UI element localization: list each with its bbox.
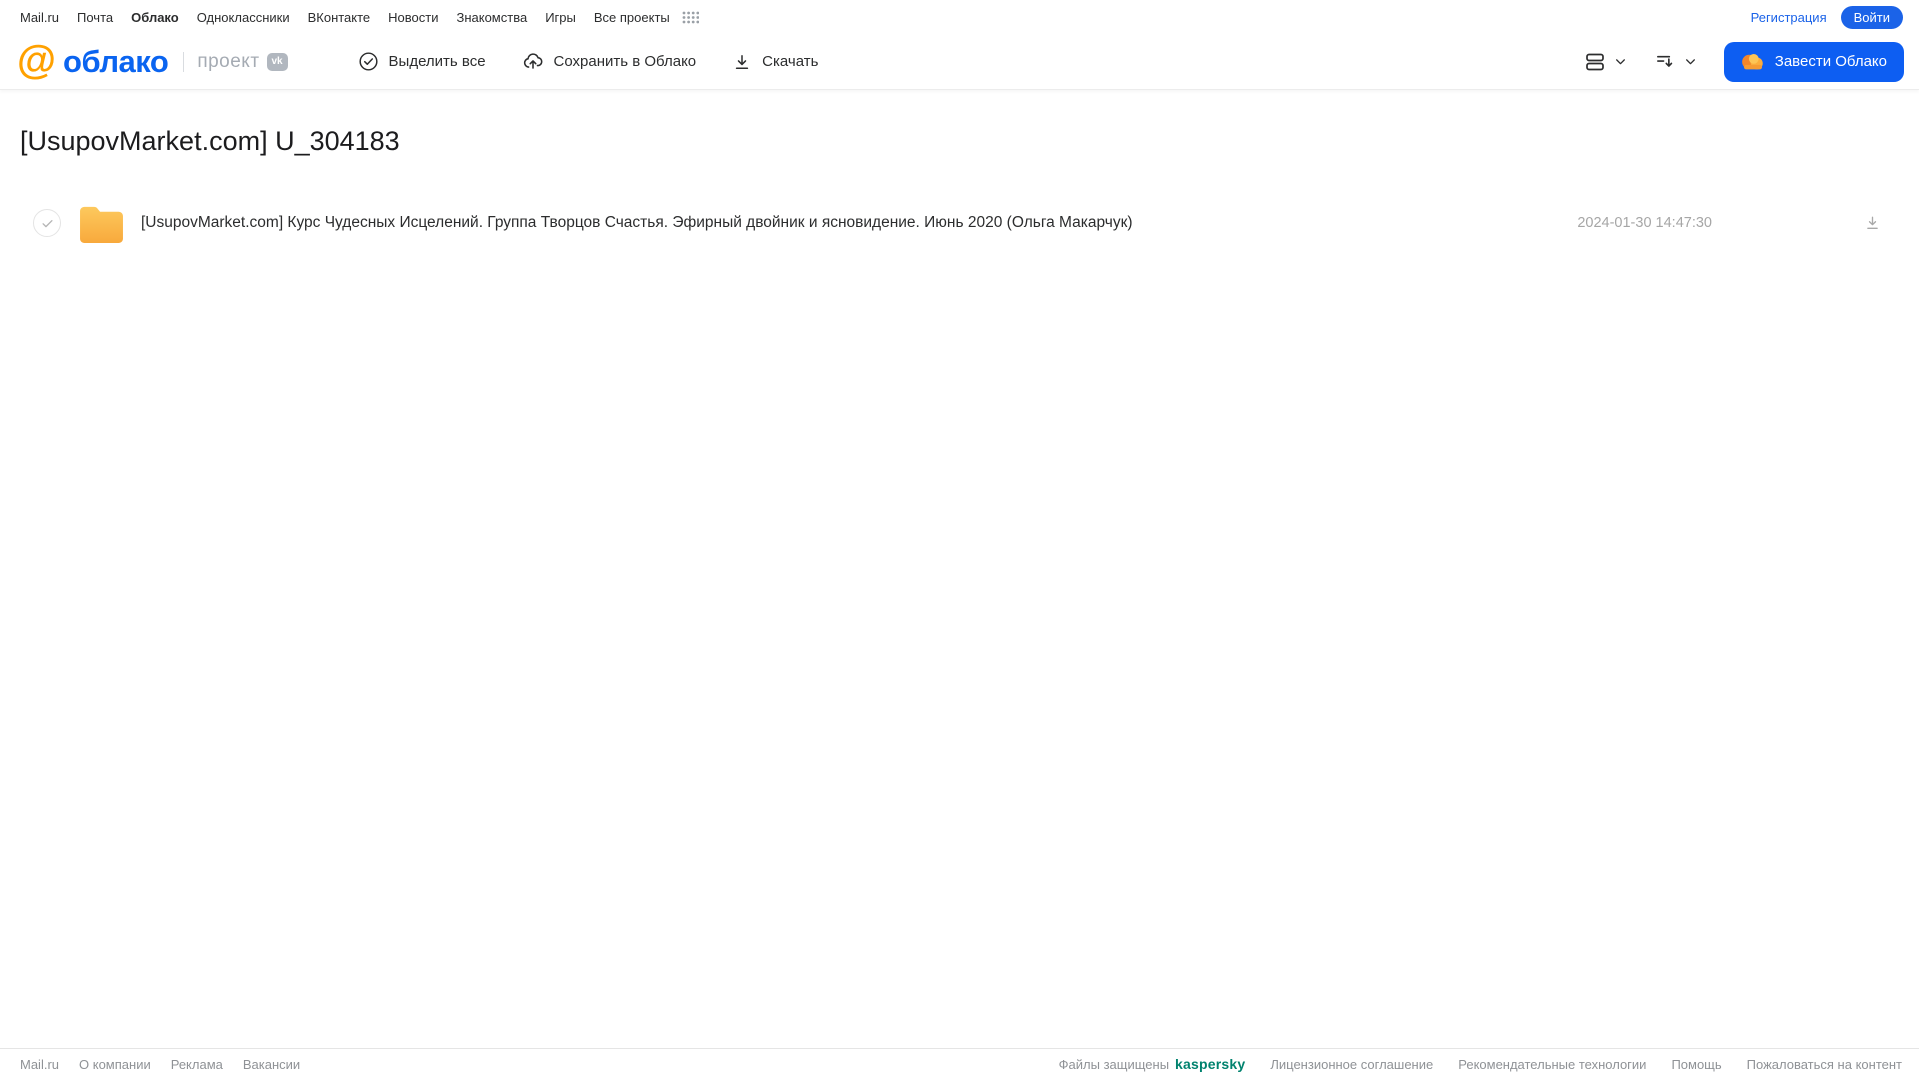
get-cloud-button[interactable]: Завести Облако	[1723, 41, 1904, 82]
footer-link-ads[interactable]: Реклама	[171, 1057, 223, 1072]
footer-link-report[interactable]: Пожаловаться на контент	[1747, 1057, 1902, 1072]
portal-link-odnoklassniki[interactable]: Одноклассники	[197, 10, 290, 25]
chevron-down-icon	[1615, 59, 1625, 65]
cloud-logo-wordmark: облако	[63, 43, 169, 79]
orange-cloud-icon	[1741, 52, 1765, 71]
get-cloud-label: Завести Облако	[1774, 53, 1887, 70]
login-button[interactable]: Войти	[1840, 5, 1903, 29]
view-mode-selector[interactable]	[1583, 50, 1627, 74]
portal-nav: Mail.ru Почта Облако Одноклассники ВКонт…	[0, 0, 1919, 34]
portal-link-znakomstva[interactable]: Знакомства	[456, 10, 527, 25]
check-circle-icon	[358, 51, 379, 72]
footer-link-mailru[interactable]: Mail.ru	[20, 1057, 59, 1072]
sort-selector[interactable]	[1654, 50, 1697, 73]
cloud-logo[interactable]: @ облако проект vk	[17, 38, 288, 82]
file-toolbar: Выделить все Сохранить в Облако Скачать	[358, 51, 818, 73]
save-to-cloud-button[interactable]: Сохранить в Облако	[522, 51, 697, 73]
protected-label: Файлы защищены	[1058, 1057, 1170, 1072]
portal-link-pochta[interactable]: Почта	[77, 10, 113, 25]
footer-link-recommendations[interactable]: Рекомендательные технологии	[1458, 1057, 1646, 1072]
select-all-button[interactable]: Выделить все	[358, 51, 486, 72]
page-title: [UsupovMarket.com] U_304183	[20, 126, 400, 156]
logo-divider	[183, 51, 185, 72]
download-label: Скачать	[762, 53, 819, 70]
portal-link-novosti[interactable]: Новости	[388, 10, 438, 25]
chevron-down-icon	[1685, 59, 1695, 65]
app-header: @ облако проект vk Выделить все Сохранит…	[0, 34, 1919, 90]
file-date: 2024-01-30 14:47:30	[1577, 215, 1712, 231]
page-footer: Mail.ru О компании Реклама Вакансии Файл…	[0, 1048, 1919, 1079]
portal-link-oblako[interactable]: Облако	[131, 10, 179, 25]
main-content: [UsupovMarket.com] U_304183 [UsupovMarke…	[0, 126, 1919, 245]
row-download-icon[interactable]	[1864, 214, 1881, 232]
register-link[interactable]: Регистрация	[1751, 10, 1827, 25]
file-name[interactable]: [UsupovMarket.com] Курс Чудесных Исцелен…	[141, 214, 1133, 232]
download-button[interactable]: Скачать	[732, 52, 818, 72]
kaspersky-logo: kaspersky	[1175, 1056, 1246, 1072]
sort-icon	[1656, 55, 1673, 67]
portal-link-vkontakte[interactable]: ВКонтакте	[308, 10, 371, 25]
vk-project-label: проект	[197, 50, 260, 72]
mailru-at-icon: @	[17, 38, 57, 82]
checkmark-icon	[41, 219, 53, 227]
portal-link-all-projects[interactable]: Все проекты	[594, 10, 670, 25]
kaspersky-protection: Файлы защищены kaspersky	[1059, 1056, 1246, 1072]
download-icon	[732, 52, 752, 72]
portal-link-igry[interactable]: Игры	[545, 10, 576, 25]
header-right-controls: Завести Облако	[1583, 41, 1904, 82]
footer-link-help[interactable]: Помощь	[1671, 1057, 1721, 1072]
file-row[interactable]: [UsupovMarket.com] Курс Чудесных Исцелен…	[20, 201, 1899, 245]
footer-link-license[interactable]: Лицензионное соглашение	[1270, 1057, 1433, 1072]
save-to-cloud-label: Сохранить в Облако	[553, 53, 697, 70]
vk-badge-icon: vk	[266, 52, 288, 71]
row-checkbox[interactable]	[33, 209, 61, 237]
select-all-label: Выделить все	[388, 53, 486, 70]
list-view-icon	[1585, 53, 1604, 70]
portal-link-mailru[interactable]: Mail.ru	[20, 10, 59, 25]
cloud-upload-icon	[522, 51, 544, 73]
footer-link-jobs[interactable]: Вакансии	[243, 1057, 300, 1072]
projects-grid-icon[interactable]	[682, 11, 699, 24]
footer-link-company[interactable]: О компании	[79, 1057, 151, 1072]
folder-icon	[78, 203, 125, 243]
